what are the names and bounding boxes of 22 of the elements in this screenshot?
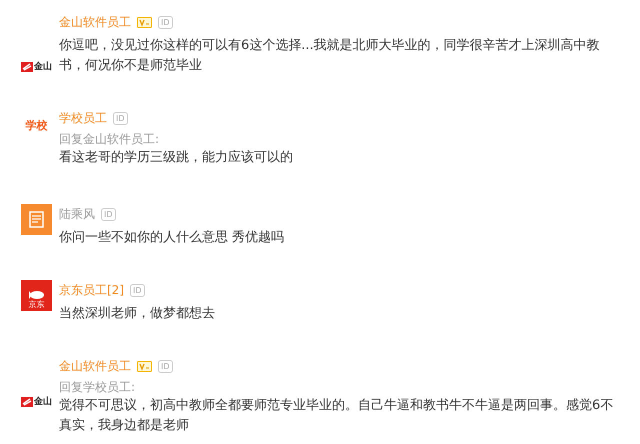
id-badge: ID [158,16,173,28]
user-name[interactable]: 学校员工 [59,110,107,126]
comment-text: 你问一些不如你的人什么意思 秀优越吗 [59,229,286,247]
id-badge: ID [101,208,116,220]
user-name[interactable]: 陆乘风 [59,206,95,222]
id-badge: ID [158,360,173,372]
comment-text: 你逗吧，没见过你这样的可以有6这个选择...我就是北师大毕业的，同学很辛苦才上深圳高中教书，何况你不是师范毕业 [59,37,601,75]
user-name[interactable]: 金山软件员工 [59,358,131,374]
logo-text: 学校 [26,120,48,134]
document-icon [21,204,52,235]
reply-label: 回复金山软件员工: [59,131,160,148]
jd-avatar: 京东 [21,280,52,311]
logo-drawing: 金山 [21,26,52,108]
comment-text: 看这老哥的学历三级跳，能力应该可以的 [59,149,294,167]
id-badge: ID [130,284,145,296]
logo-drawing: 金山 [21,368,52,436]
comment-text: 当然深圳老师，做梦都想去 [59,305,216,323]
reply-label: 回复学校员工: [59,379,136,396]
user-name[interactable]: 京东员工[2] [59,282,124,298]
id-badge: ID [113,112,128,124]
comment-text: 觉得不可思议，初高中教师全都要师范专业毕业的。自己牛逼和教书牛不牛逼是两回事。感觉6不真实，我身边都是老师 [59,397,614,435]
user-name[interactable]: 金山软件员工 [59,14,131,30]
